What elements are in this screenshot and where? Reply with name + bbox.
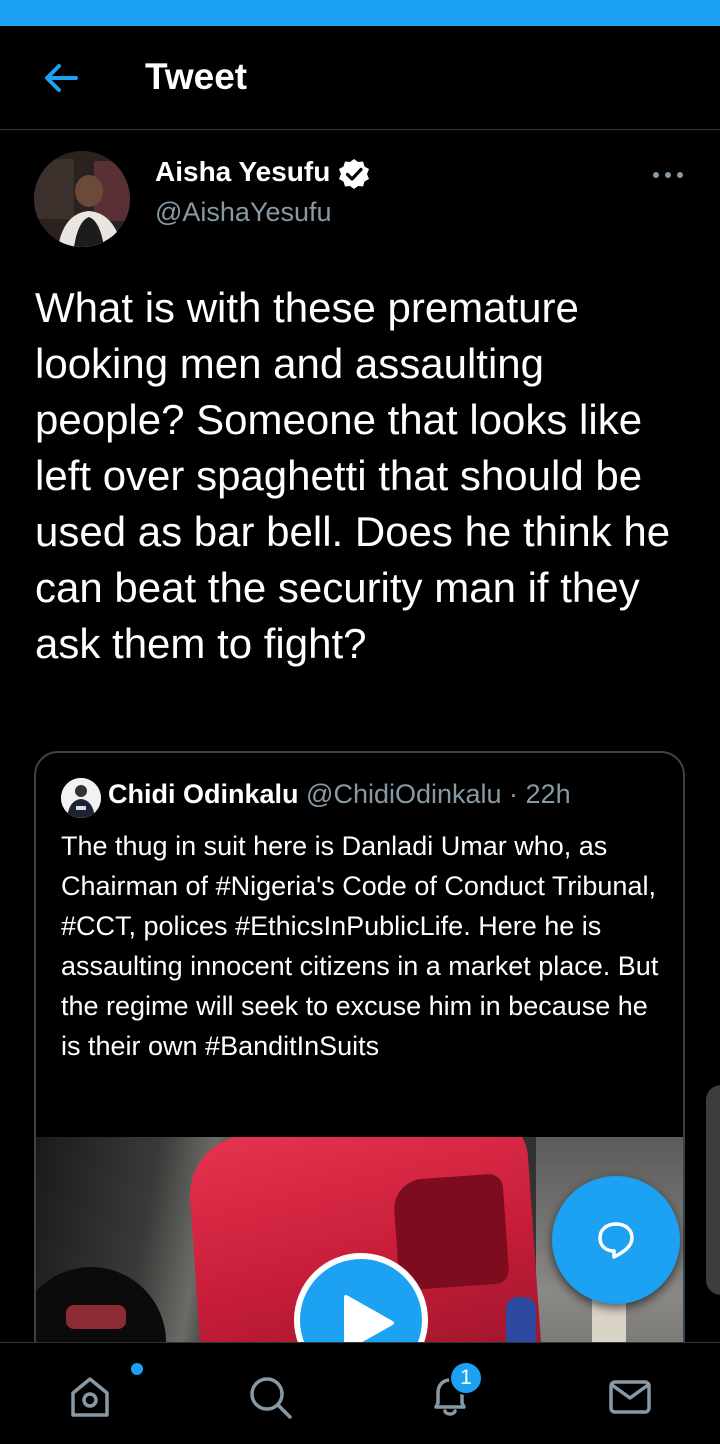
- reply-fab-button[interactable]: [552, 1176, 680, 1304]
- more-horizontal-icon: [653, 172, 683, 178]
- status-bar: [0, 0, 720, 26]
- speech-bubble-icon: [598, 1222, 634, 1259]
- page-title: Tweet: [145, 56, 248, 97]
- quoted-timestamp: 22h: [525, 779, 571, 809]
- quoted-header: Chidi Odinkalu @ChidiOdinkalu · 22h: [108, 779, 571, 810]
- nav-search[interactable]: [210, 1343, 330, 1443]
- bottom-navigation: [0, 1342, 720, 1444]
- home-icon: [71, 1377, 109, 1417]
- new-content-dot: [131, 1363, 143, 1375]
- video-car-window: [392, 1173, 510, 1291]
- scroll-handle[interactable]: [706, 1085, 720, 1295]
- tweet-text: What is with these premature looking men…: [35, 284, 671, 667]
- arrow-left-icon: [45, 64, 78, 92]
- more-options-button[interactable]: [648, 162, 688, 188]
- quoted-author-avatar: [61, 778, 101, 818]
- top-bar: Tweet: [0, 26, 720, 130]
- nav-home[interactable]: [30, 1343, 150, 1443]
- avatar-photo: [34, 151, 130, 247]
- video-car-taillight: [66, 1305, 126, 1329]
- search-icon: [250, 1377, 292, 1419]
- quoted-separator: ·: [501, 779, 526, 809]
- notifications-badge: 1: [449, 1361, 483, 1395]
- verified-badge-icon: [339, 159, 369, 189]
- nav-notifications[interactable]: [390, 1343, 510, 1443]
- mail-icon: [609, 1380, 651, 1414]
- quoted-text: The thug in suit here is Danladi Umar wh…: [61, 831, 659, 1061]
- author-handle[interactable]: @AishaYesufu: [155, 197, 332, 228]
- back-button[interactable]: [40, 60, 84, 96]
- nav-messages[interactable]: [570, 1343, 690, 1443]
- author-avatar[interactable]: [34, 151, 130, 247]
- quoted-avatar-photo: [61, 778, 101, 818]
- author-name[interactable]: Aisha Yesufu: [155, 156, 330, 188]
- quoted-author-name: Chidi Odinkalu: [108, 779, 299, 809]
- quoted-author-handle: @ChidiOdinkalu: [306, 779, 502, 809]
